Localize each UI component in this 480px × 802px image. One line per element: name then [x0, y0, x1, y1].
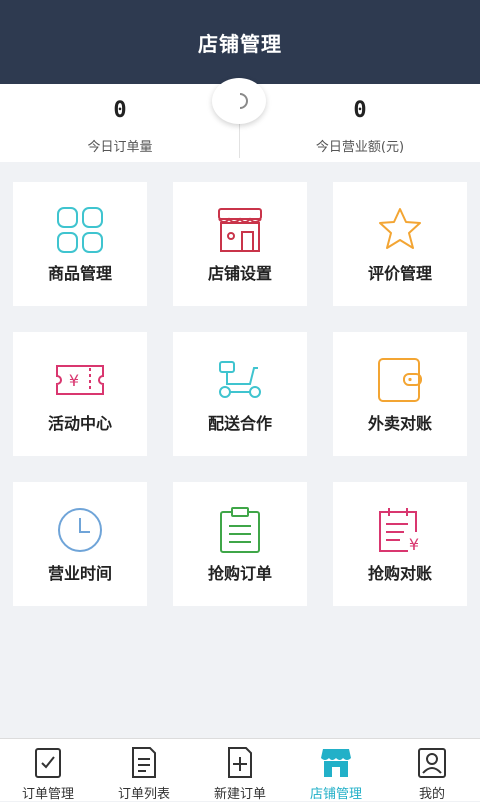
refresh-button[interactable] [212, 78, 266, 124]
tile-label: 店铺设置 [207, 264, 272, 283]
tile-label: 抢购对账 [367, 564, 432, 583]
tile-label: 抢购订单 [207, 564, 272, 583]
wallet-icon [378, 358, 422, 402]
tile-label: 营业时间 [47, 564, 112, 583]
tab-new-order[interactable]: 新建订单 [192, 739, 288, 802]
tab-store-management[interactable]: 店铺管理 [288, 739, 384, 802]
order-check-icon [35, 748, 61, 778]
tab-profile[interactable]: 我的 [384, 739, 480, 802]
tile-delivery-cooperation[interactable]: 配送合作 [173, 332, 307, 456]
svg-text:¥: ¥ [69, 371, 79, 390]
clipboard-icon [220, 507, 260, 553]
tile-label: 配送合作 [207, 414, 272, 433]
tile-business-hours[interactable]: 营业时间 [13, 482, 147, 606]
bottom-tab-bar: 订单管理 订单列表 新建订单 店铺管理 我的 [0, 738, 480, 802]
revenue-today-stat[interactable]: 0 今日营业额(元) [240, 84, 480, 162]
tab-label: 新建订单 [213, 787, 266, 802]
refresh-icon [239, 93, 248, 109]
new-order-icon [228, 747, 252, 778]
tab-label: 我的 [418, 787, 445, 802]
tile-store-settings[interactable]: 店铺设置 [173, 182, 307, 306]
tab-order-management[interactable]: 订单管理 [0, 739, 96, 802]
tile-review-management[interactable]: 评价管理 [333, 182, 467, 306]
tab-label: 订单管理 [21, 787, 74, 802]
app-header: 店铺管理 [0, 0, 480, 84]
orders-today-label: 今日订单量 [87, 140, 153, 155]
tile-product-management[interactable]: 商品管理 [13, 182, 147, 306]
revenue-today-label: 今日营业额(元) [315, 140, 405, 155]
grid-icon [57, 207, 103, 253]
page-title: 店铺管理 [198, 31, 282, 56]
tile-flash-sale-reconciliation[interactable]: ¥ 抢购对账 [333, 482, 467, 606]
tile-activity-center[interactable]: ¥ 活动中心 [13, 332, 147, 456]
clock-icon [58, 508, 102, 552]
store-icon [218, 208, 262, 252]
orders-today-value: 0 [113, 98, 127, 123]
tile-flash-sale-orders[interactable]: 抢购订单 [173, 482, 307, 606]
tab-label: 店铺管理 [309, 787, 362, 802]
star-icon [379, 208, 421, 249]
tile-label: 评价管理 [367, 264, 432, 283]
profile-icon [418, 748, 446, 778]
tile-takeout-reconciliation[interactable]: 外卖对账 [333, 332, 467, 456]
list-icon [132, 747, 156, 778]
scooter-icon [219, 361, 261, 398]
tab-label: 订单列表 [117, 787, 170, 802]
revenue-today-value: 0 [353, 98, 367, 123]
shop-icon [321, 749, 351, 777]
svg-text:¥: ¥ [409, 535, 419, 554]
tile-label: 商品管理 [47, 264, 112, 283]
orders-today-stat[interactable]: 0 今日订单量 [0, 84, 240, 162]
ticket-icon: ¥ [56, 365, 104, 395]
tab-order-list[interactable]: 订单列表 [96, 739, 192, 802]
tile-label: 外卖对账 [367, 414, 432, 433]
calendar-yen-icon: ¥ [379, 508, 419, 554]
tile-label: 活动中心 [47, 414, 112, 433]
